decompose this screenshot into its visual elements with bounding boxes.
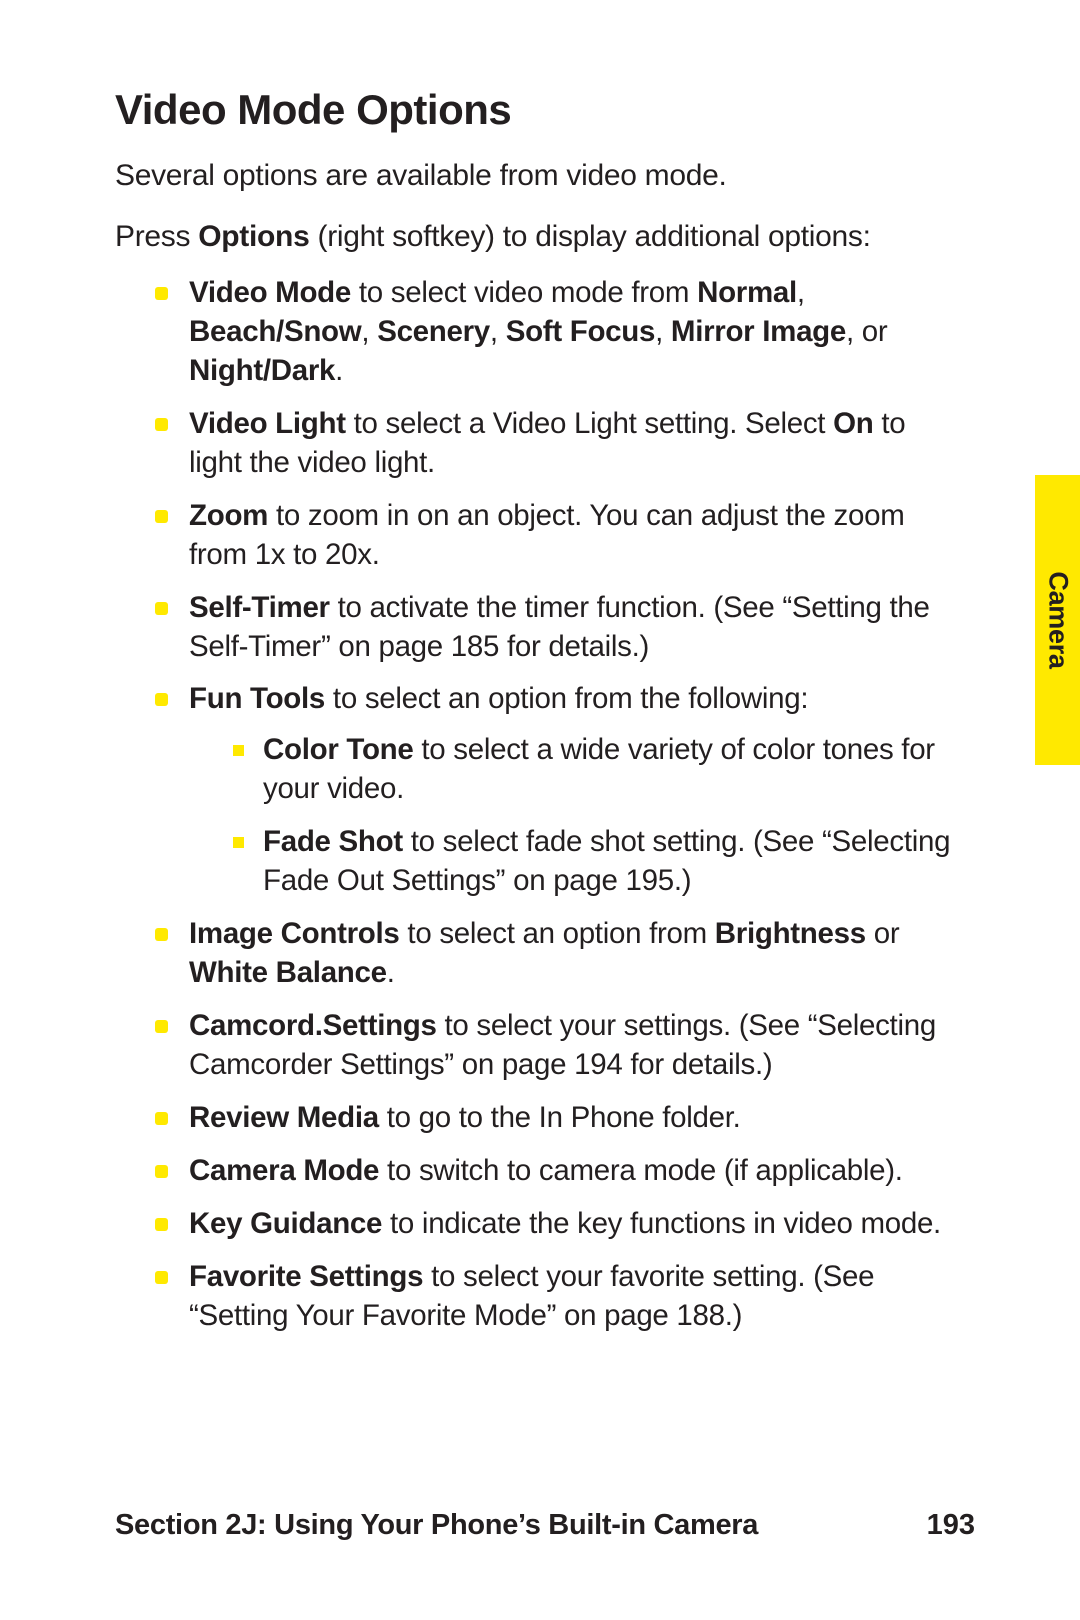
list-item: Zoom to zoom in on an object. You can ad… [155, 497, 965, 575]
text-segment: Image Controls [189, 917, 400, 950]
list-item: Self-Timer to activate the timer functio… [155, 589, 965, 667]
sub-list-item: Color Tone to select a wide variety of c… [233, 731, 965, 809]
text-segment: Beach/Snow [189, 315, 361, 348]
text-segment: Fade Shot [263, 825, 403, 858]
text-segment: Zoom [189, 499, 268, 532]
list-item: Image Controls to select an option from … [155, 915, 965, 993]
text-segment: to select video mode from [351, 276, 697, 309]
intro-paragraph: Press Options (right softkey) to display… [115, 217, 965, 256]
list-item: Key Guidance to indicate the key functio… [155, 1205, 965, 1244]
text-segment: . [387, 956, 395, 989]
text-segment: , [361, 315, 377, 348]
text-segment: Camera Mode [189, 1154, 379, 1187]
text-segment: Review Media [189, 1101, 379, 1134]
text-segment: , [655, 315, 671, 348]
page: Video Mode Options Several options are a… [0, 0, 1080, 1620]
text-segment: Camcord.Settings [189, 1009, 437, 1042]
text-segment: Night/Dark [189, 354, 335, 387]
footer-section: Section 2J: Using Your Phone’s Built-in … [115, 1509, 758, 1542]
text-segment: White Balance [189, 956, 387, 989]
text-segment: to select an option from the following: [325, 682, 808, 715]
text-segment: Brightness [715, 917, 866, 950]
text-segment: to select a Video Light setting. Select [346, 407, 833, 440]
sub-list-item: Fade Shot to select fade shot setting. (… [233, 823, 965, 901]
text-segment: Scenery [377, 315, 490, 348]
list-item: Review Media to go to the In Phone folde… [155, 1099, 965, 1138]
text-segment: to zoom in on an object. You can adjust … [189, 499, 904, 571]
text-segment: Normal [697, 276, 797, 309]
intro-text-bold: Options [198, 220, 309, 253]
text-segment: to switch to camera mode (if applicable)… [379, 1154, 903, 1187]
lead-paragraph: Several options are available from video… [115, 156, 965, 195]
text-segment: to go to the In Phone folder. [379, 1101, 741, 1134]
text-segment: . [335, 354, 343, 387]
text-segment: Video Light [189, 407, 346, 440]
text-segment: to select an option from [400, 917, 715, 950]
text-segment: On [833, 407, 873, 440]
text-segment: Self-Timer [189, 591, 330, 624]
text-segment: , or [846, 315, 887, 348]
list-item: Video Light to select a Video Light sett… [155, 405, 965, 483]
text-segment: Favorite Settings [189, 1260, 423, 1293]
list-item: Camcord.Settings to select your settings… [155, 1007, 965, 1085]
text-segment: or [866, 917, 900, 950]
sub-list: Color Tone to select a wide variety of c… [189, 731, 965, 901]
list-item: Video Mode to select video mode from Nor… [155, 274, 965, 391]
text-segment: Mirror Image [671, 315, 846, 348]
text-segment: to indicate the key functions in video m… [382, 1207, 941, 1240]
list-item: Favorite Settings to select your favorit… [155, 1258, 965, 1336]
footer-page-number: 193 [927, 1509, 975, 1542]
side-tab-label: Camera [1042, 571, 1073, 668]
text-segment: Soft Focus [506, 315, 655, 348]
page-footer: Section 2J: Using Your Phone’s Built-in … [115, 1509, 975, 1542]
side-tab-camera: Camera [1035, 475, 1080, 765]
intro-text-post: (right softkey) to display additional op… [309, 220, 870, 253]
text-segment: Key Guidance [189, 1207, 382, 1240]
text-segment: , [797, 276, 805, 309]
text-segment: Color Tone [263, 733, 414, 766]
list-item: Camera Mode to switch to camera mode (if… [155, 1152, 965, 1191]
text-segment: , [490, 315, 506, 348]
options-list: Video Mode to select video mode from Nor… [115, 274, 965, 1336]
page-title: Video Mode Options [115, 86, 965, 134]
text-segment: Video Mode [189, 276, 351, 309]
text-segment: Fun Tools [189, 682, 325, 715]
intro-text-pre: Press [115, 220, 198, 253]
list-item: Fun Tools to select an option from the f… [155, 680, 965, 901]
